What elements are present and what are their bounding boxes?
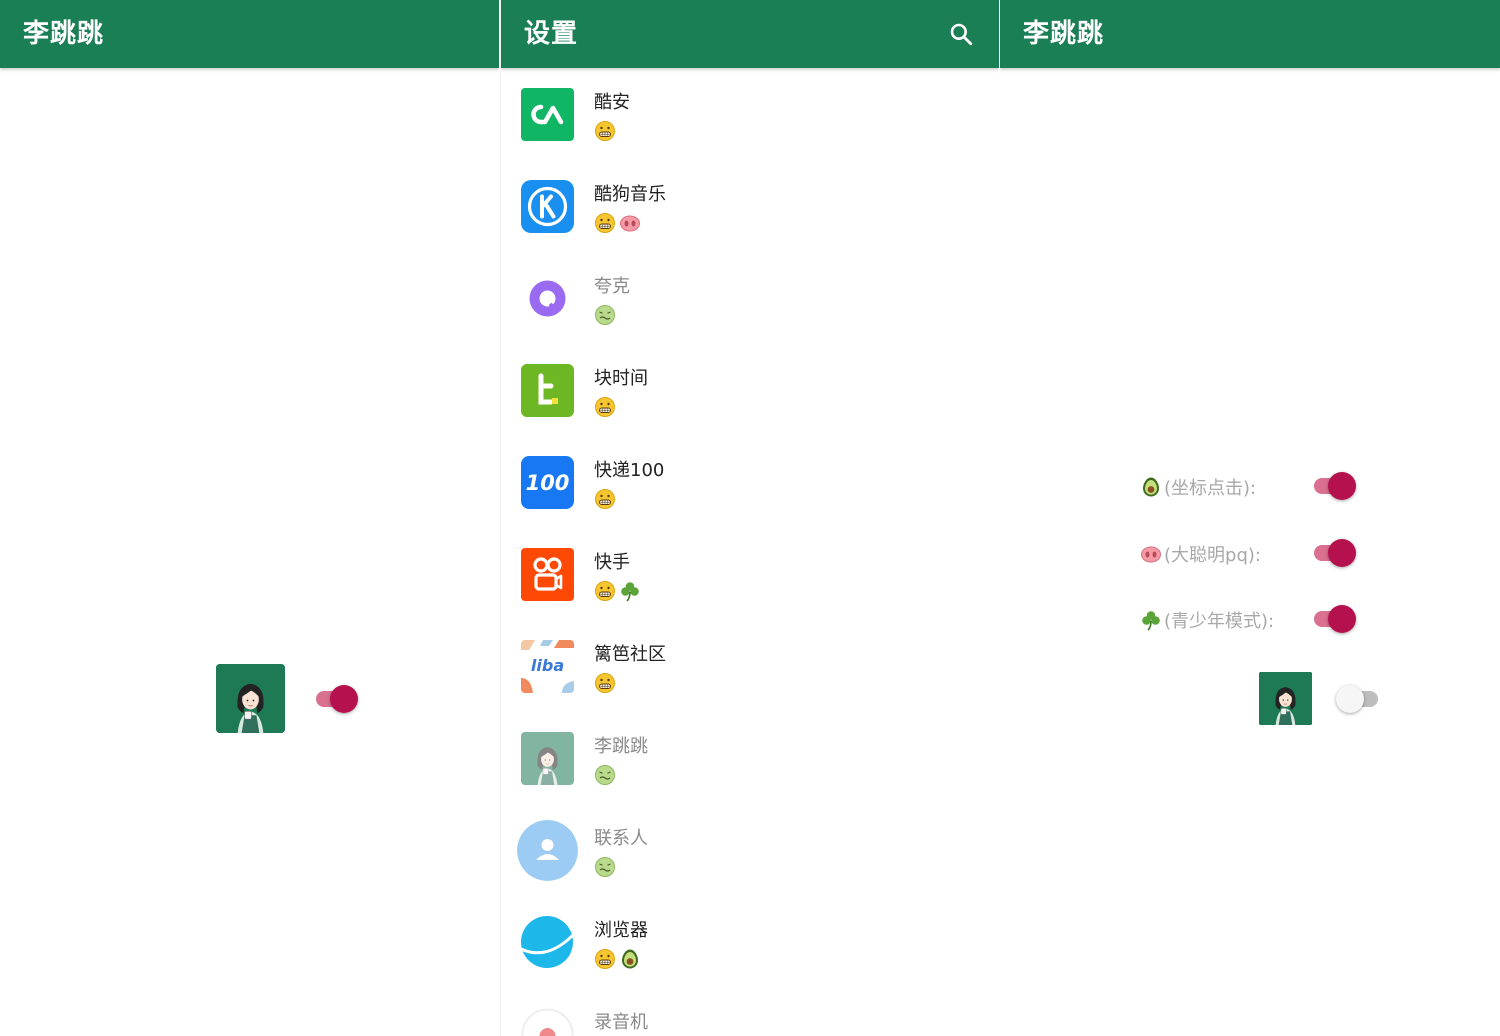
litiaotiao-icon [521,732,574,785]
app-badges [594,304,616,326]
switch-thumb [1328,539,1356,567]
app-name: 李跳跳 [594,736,648,757]
quark-icon [521,272,574,325]
app-name: 快手 [594,552,630,573]
kugou-icon [521,180,574,233]
app-badges [594,396,616,418]
girl-avatar-icon [1259,672,1312,725]
app-badges [594,488,616,510]
detail-app-bar: 李跳跳 [1000,0,1500,68]
app-name: 酷狗音乐 [594,184,666,205]
detail-title: 李跳跳 [1023,19,1105,49]
rule-row: (青少年模式): [1140,601,1380,637]
app-title: 李跳跳 [23,19,105,49]
settings-app-bar: 设置 [501,0,999,68]
grimace-face-icon [594,672,616,694]
list-item[interactable]: 酷狗音乐 [501,160,999,252]
app-badges [594,764,616,786]
app-badges [594,580,641,602]
list-item[interactable]: 块时间 [501,344,999,436]
recorder-icon [521,1008,574,1036]
kuaishou-icon [521,548,574,601]
app-name: 篱笆社区 [594,644,666,665]
app-badges [594,948,641,970]
nauseated-face-icon [594,856,616,878]
girl-avatar-icon [216,664,285,733]
grimace-face-icon [594,580,616,602]
avocado-icon [1140,476,1162,498]
list-item[interactable]: 录音机 [501,988,999,1036]
rule-label: (大聪明pq): [1140,541,1261,567]
shamrock-icon [1140,609,1162,631]
kuaidi100-icon: 100 [521,456,574,509]
svg-text:100: 100 [526,471,570,495]
pig-nose-icon [619,212,641,234]
grimace-face-icon [594,396,616,418]
grimace-face-icon [594,212,616,234]
list-item[interactable]: liba 篱笆社区 [501,620,999,712]
avocado-icon [619,948,641,970]
list-item[interactable]: 夸克 [501,252,999,344]
rule-switch[interactable] [1310,538,1356,568]
app-avatar [216,664,285,733]
grimace-face-icon [594,120,616,142]
rule-text: (坐标点击): [1164,478,1257,499]
svg-text:liba: liba [531,656,564,675]
list-item[interactable]: 联系人 [501,804,999,896]
search-button[interactable] [943,16,979,52]
switch-thumb [330,685,358,713]
browser-icon [518,913,576,971]
app-detail-pane: 李跳跳 (坐标点击): (大聪明pq): (青少年模式): [1000,0,1500,1036]
top-app-bar: 李跳跳 [0,0,499,68]
list-item[interactable]: 酷安 [501,68,999,160]
rule-switch[interactable] [1310,471,1356,501]
switch-thumb [1328,472,1356,500]
settings-title: 设置 [524,19,579,49]
app-name: 录音机 [594,1012,648,1033]
app-name: 块时间 [594,368,648,389]
shamrock-icon [619,580,641,602]
switch-thumb [1328,605,1356,633]
nauseated-face-icon [594,764,616,786]
grimace-face-icon [594,488,616,510]
app-badges [594,212,641,234]
rule-label: (青少年模式): [1140,607,1274,633]
master-switch[interactable] [312,684,358,714]
app-name: 酷安 [594,92,630,113]
settings-pane: 设置 酷安 酷狗音乐 夸克 块时间 100 快递100 快手 liba 篱笆社区… [500,0,999,1036]
app-avatar [1259,672,1312,725]
nauseated-face-icon [594,304,616,326]
app-badges [594,120,616,142]
app-badges [594,856,616,878]
search-icon [950,23,973,46]
app-badges [594,672,616,694]
switch-thumb [1336,685,1364,713]
rule-row: (大聪明pq): [1140,535,1380,571]
app-switch[interactable] [1336,684,1382,714]
liba-icon: liba [521,640,574,693]
app-name: 浏览器 [594,920,648,941]
main-pane: 李跳跳 [0,0,499,1036]
rule-row: (坐标点击): [1140,468,1380,504]
app-name: 夸克 [594,276,630,297]
rule-text: (青少年模式): [1164,611,1275,632]
coolapk-icon [521,88,574,141]
grimace-face-icon [594,948,616,970]
list-item[interactable]: 李跳跳 [501,712,999,804]
list-item[interactable]: 快手 [501,528,999,620]
rule-text: (大聪明pq): [1164,545,1261,566]
contacts-icon [517,820,578,881]
rule-switch[interactable] [1310,604,1356,634]
pig-nose-icon [1140,543,1162,565]
app-name: 快递100 [594,460,665,481]
rule-label: (坐标点击): [1140,474,1256,500]
app-name: 联系人 [594,828,648,849]
list-item[interactable]: 100 快递100 [501,436,999,528]
kuaishijian-icon [521,364,574,417]
list-item[interactable]: 浏览器 [501,896,999,988]
